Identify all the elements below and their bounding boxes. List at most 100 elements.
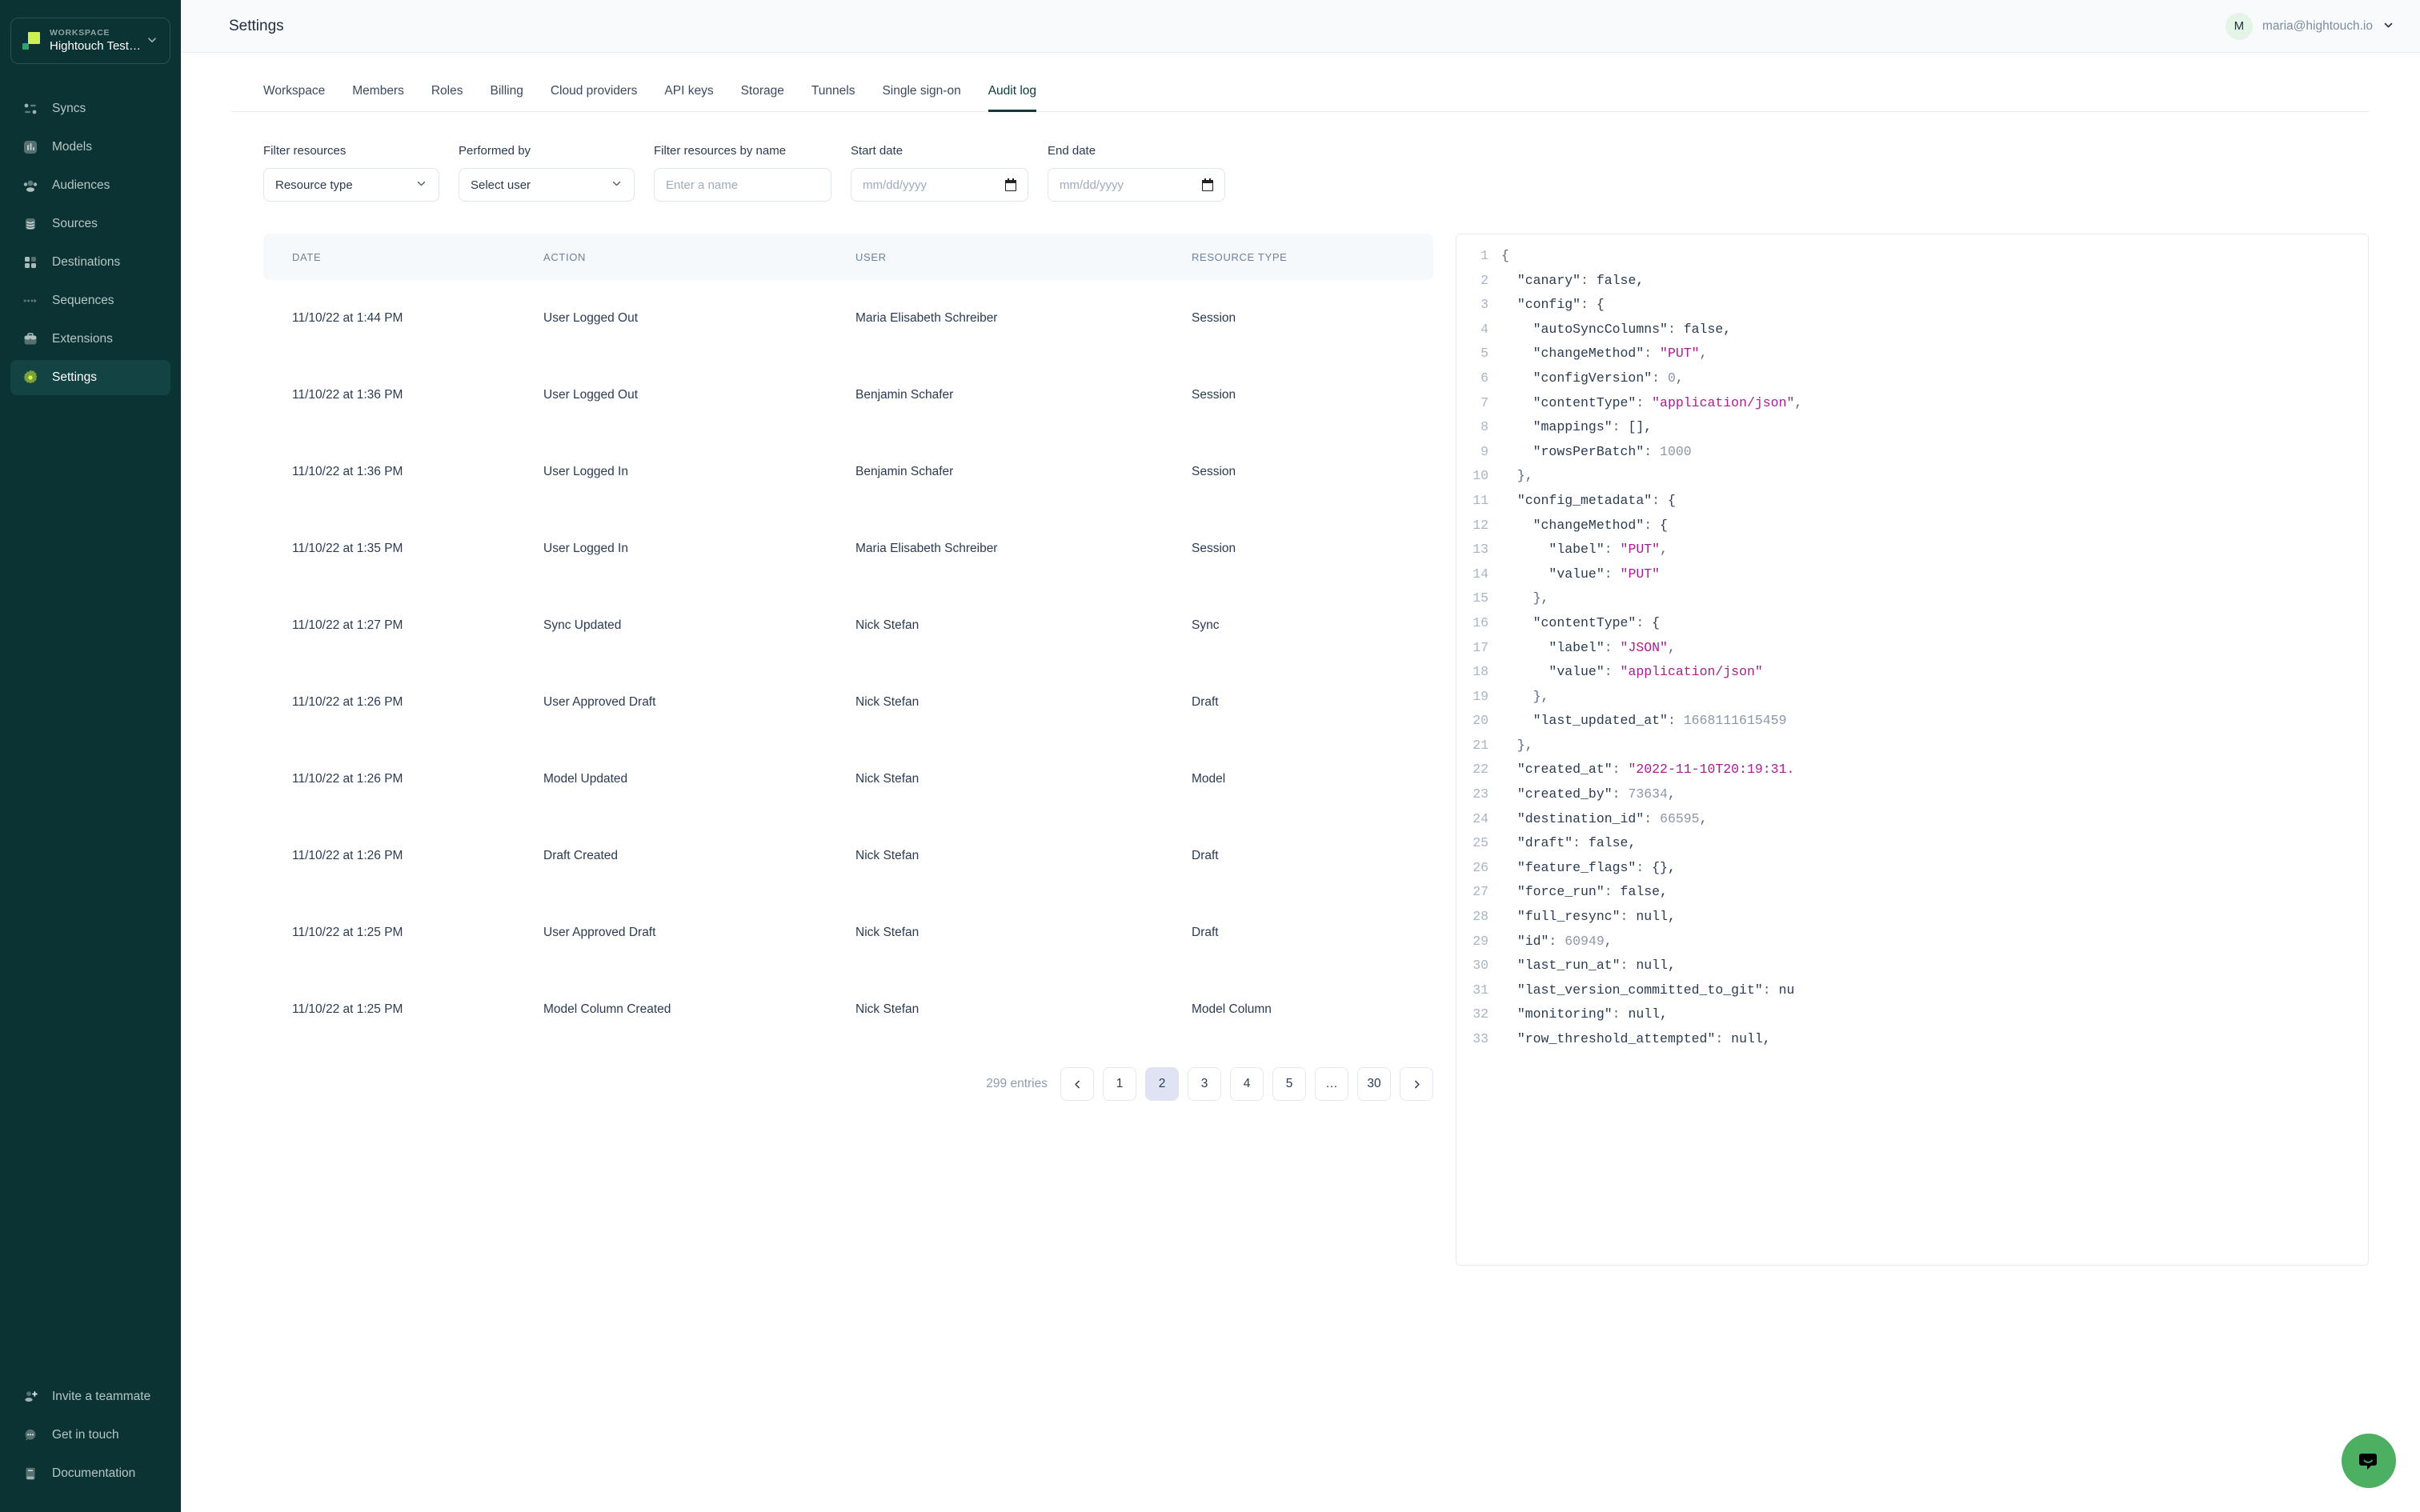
json-line-content: "id": 60949,: [1517, 933, 1613, 949]
sidebar-item-syncs[interactable]: Syncs: [10, 91, 170, 126]
table-row[interactable]: 11/10/22 at 1:25 PM Model Column Created…: [263, 971, 1433, 1048]
json-line: 12 "changeMethod": {: [1456, 514, 2368, 538]
cell-resource-type: Draft: [1192, 926, 1219, 939]
hightouch-logo-icon: [22, 32, 40, 50]
json-detail-viewer[interactable]: 1{2 "canary": false, 3 "config": {4 "auto…: [1456, 234, 2369, 1266]
account-menu[interactable]: M maria@hightouch.io: [2225, 12, 2394, 40]
pagination-page-30[interactable]: 30: [1357, 1067, 1391, 1101]
audit-log-split: DATE ACTION USER RESOURCE TYPE 11/10/22 …: [181, 202, 2420, 1266]
table-row[interactable]: 11/10/22 at 1:44 PM User Logged Out Mari…: [263, 280, 1433, 357]
pagination: 299 entries 1 2 3 4 5 … 30: [263, 1048, 1433, 1101]
cell-user: Nick Stefan: [855, 618, 920, 632]
json-line-content: "changeMethod": {: [1533, 517, 1668, 533]
filter-resources-field: Filter resources Resource type: [263, 144, 439, 202]
destinations-icon: [22, 254, 39, 271]
pagination-page-1[interactable]: 1: [1103, 1067, 1136, 1101]
pagination-ellipsis[interactable]: …: [1315, 1067, 1348, 1101]
pagination-page-4[interactable]: 4: [1230, 1067, 1264, 1101]
sidebar-item-extensions[interactable]: Extensions: [10, 322, 170, 357]
table-row[interactable]: 11/10/22 at 1:35 PM User Logged In Maria…: [263, 510, 1433, 587]
tab-workspace[interactable]: Workspace: [263, 84, 325, 112]
performed-by-select[interactable]: Select user: [459, 168, 635, 202]
cell-user: Maria Elisabeth Schreiber: [855, 311, 998, 325]
sidebar-item-label: Extensions: [52, 332, 113, 346]
cell-date: 11/10/22 at 1:26 PM: [292, 849, 403, 862]
chevron-down-icon: [146, 34, 158, 49]
sidebar-item-invite-a-teammate[interactable]: Invite a teammate: [10, 1379, 170, 1414]
tab-audit-log[interactable]: Audit log: [988, 84, 1037, 112]
cell-user: Benjamin Schafer: [855, 388, 954, 402]
chat-widget-button[interactable]: [2342, 1434, 2396, 1488]
name-input[interactable]: Enter a name: [654, 168, 831, 202]
json-line-number: 19: [1472, 688, 1488, 704]
sidebar-item-models[interactable]: Models: [10, 130, 170, 165]
sidebar-item-get-in-touch[interactable]: Get in touch: [10, 1418, 170, 1453]
pagination-page-5[interactable]: 5: [1272, 1067, 1306, 1101]
tab-billing[interactable]: Billing: [491, 84, 523, 112]
pagination-page-2[interactable]: 2: [1145, 1067, 1179, 1101]
cell-date: 11/10/22 at 1:36 PM: [292, 388, 403, 402]
json-line: 23 "created_by": 73634,: [1456, 782, 2368, 807]
json-line-number: 32: [1472, 1006, 1488, 1022]
cell-action: Model Column Created: [543, 1002, 671, 1016]
settings-tabs: Workspace Members Roles Billing Cloud pr…: [232, 83, 2369, 112]
json-line: 16 "contentType": {: [1456, 611, 2368, 636]
cell-resource-type: Session: [1192, 542, 1236, 555]
sidebar-item-label: Settings: [52, 370, 98, 384]
tab-api-keys[interactable]: API keys: [664, 84, 713, 112]
json-line-number: 14: [1472, 566, 1488, 582]
tab-roles[interactable]: Roles: [431, 84, 463, 112]
json-line-number: 18: [1472, 664, 1488, 680]
workspace-switcher[interactable]: WORKSPACE Hightouch Testing: [10, 18, 170, 64]
column-header-action[interactable]: ACTION: [543, 234, 855, 280]
syncs-icon: [22, 100, 39, 118]
table-row[interactable]: 11/10/22 at 1:36 PM User Logged Out Benj…: [263, 357, 1433, 434]
tab-cloud-providers[interactable]: Cloud providers: [551, 84, 638, 112]
table-body: 11/10/22 at 1:44 PM User Logged Out Mari…: [263, 280, 1433, 1048]
sidebar-item-sources[interactable]: Sources: [10, 206, 170, 242]
json-line-number: 33: [1472, 1031, 1488, 1046]
table-row[interactable]: 11/10/22 at 1:36 PM User Logged In Benja…: [263, 434, 1433, 510]
tabs-wrap: Workspace Members Roles Billing Cloud pr…: [181, 83, 2420, 112]
end-date-input[interactable]: mm/dd/yyyy: [1048, 168, 1225, 202]
column-header-resource-type[interactable]: RESOURCE TYPE: [1192, 234, 1433, 280]
sidebar-item-settings[interactable]: Settings: [10, 360, 170, 395]
tab-tunnels[interactable]: Tunnels: [811, 84, 855, 112]
json-line: 15 },: [1456, 586, 2368, 611]
calendar-icon[interactable]: [1005, 178, 1016, 191]
tab-single-sign-on[interactable]: Single sign-on: [882, 84, 960, 112]
table-row[interactable]: 11/10/22 at 1:27 PM Sync Updated Nick St…: [263, 587, 1433, 664]
json-line-content: "full_resync": null,: [1517, 909, 1676, 925]
tab-storage[interactable]: Storage: [741, 84, 784, 112]
cell-resource-type: Session: [1192, 465, 1236, 478]
cell-resource-type: Draft: [1192, 849, 1219, 862]
json-line-content: "label": "PUT",: [1549, 542, 1668, 558]
table-row[interactable]: 11/10/22 at 1:26 PM Model Updated Nick S…: [263, 741, 1433, 818]
sidebar-item-documentation[interactable]: Documentation: [10, 1456, 170, 1491]
sidebar-item-destinations[interactable]: Destinations: [10, 245, 170, 280]
calendar-icon[interactable]: [1202, 178, 1213, 191]
resource-type-select[interactable]: Resource type: [263, 168, 439, 202]
json-line-content: {: [1501, 248, 1509, 263]
json-line: 3 "config": {: [1456, 293, 2368, 318]
end-date-label: End date: [1048, 144, 1096, 158]
json-line: 22 "created_at": "2022-11-10T20:19:31.: [1456, 758, 2368, 782]
start-date-input[interactable]: mm/dd/yyyy: [851, 168, 1028, 202]
pagination-page-3[interactable]: 3: [1188, 1067, 1221, 1101]
pagination-prev-button[interactable]: [1060, 1067, 1094, 1101]
column-header-date[interactable]: DATE: [263, 234, 543, 280]
json-line: 4 "autoSyncColumns": false,: [1456, 318, 2368, 342]
cell-resource-type: Session: [1192, 311, 1236, 325]
json-line-number: 9: [1480, 443, 1488, 459]
sidebar-item-audiences[interactable]: Audiences: [10, 168, 170, 203]
tab-members[interactable]: Members: [352, 84, 404, 112]
table-row[interactable]: 11/10/22 at 1:26 PM Draft Created Nick S…: [263, 818, 1433, 894]
table-row[interactable]: 11/10/22 at 1:25 PM User Approved Draft …: [263, 894, 1433, 971]
cell-user: Nick Stefan: [855, 926, 920, 939]
table-row[interactable]: 11/10/22 at 1:26 PM User Approved Draft …: [263, 664, 1433, 741]
pagination-next-button[interactable]: [1400, 1067, 1433, 1101]
column-header-user[interactable]: USER: [855, 234, 1192, 280]
json-line: 28 "full_resync": null,: [1456, 905, 2368, 930]
sidebar-item-sequences[interactable]: Sequences: [10, 283, 170, 318]
json-line-number: 28: [1472, 909, 1488, 925]
